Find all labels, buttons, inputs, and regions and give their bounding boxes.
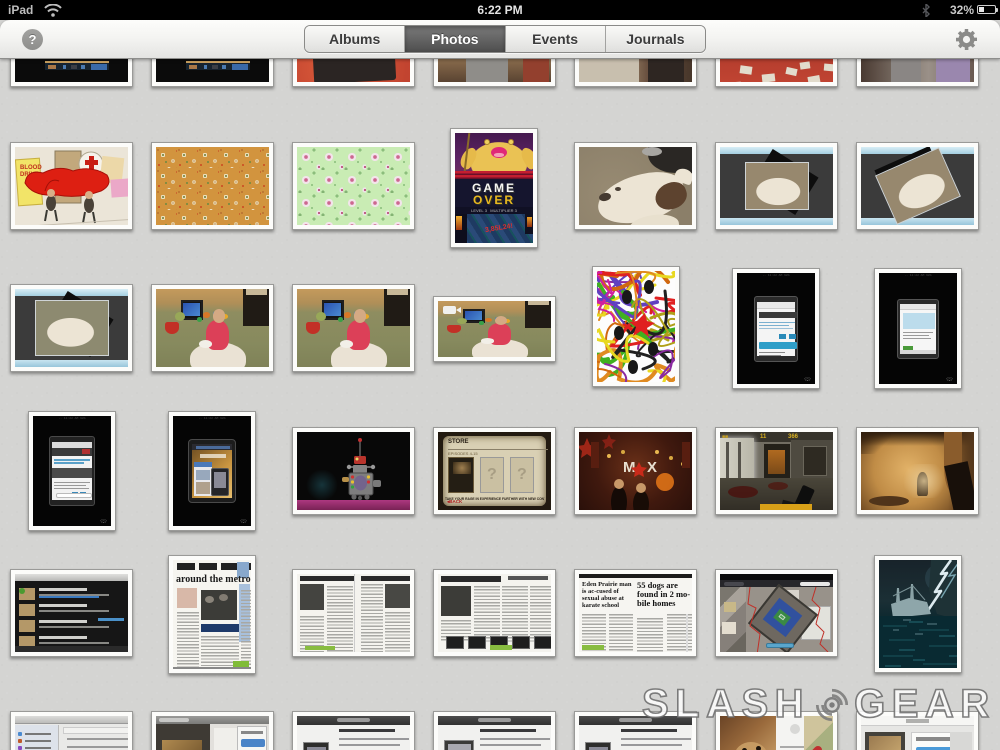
svg-text:X: X [647,459,657,476]
svg-text:BLOOD: BLOOD [20,165,42,171]
